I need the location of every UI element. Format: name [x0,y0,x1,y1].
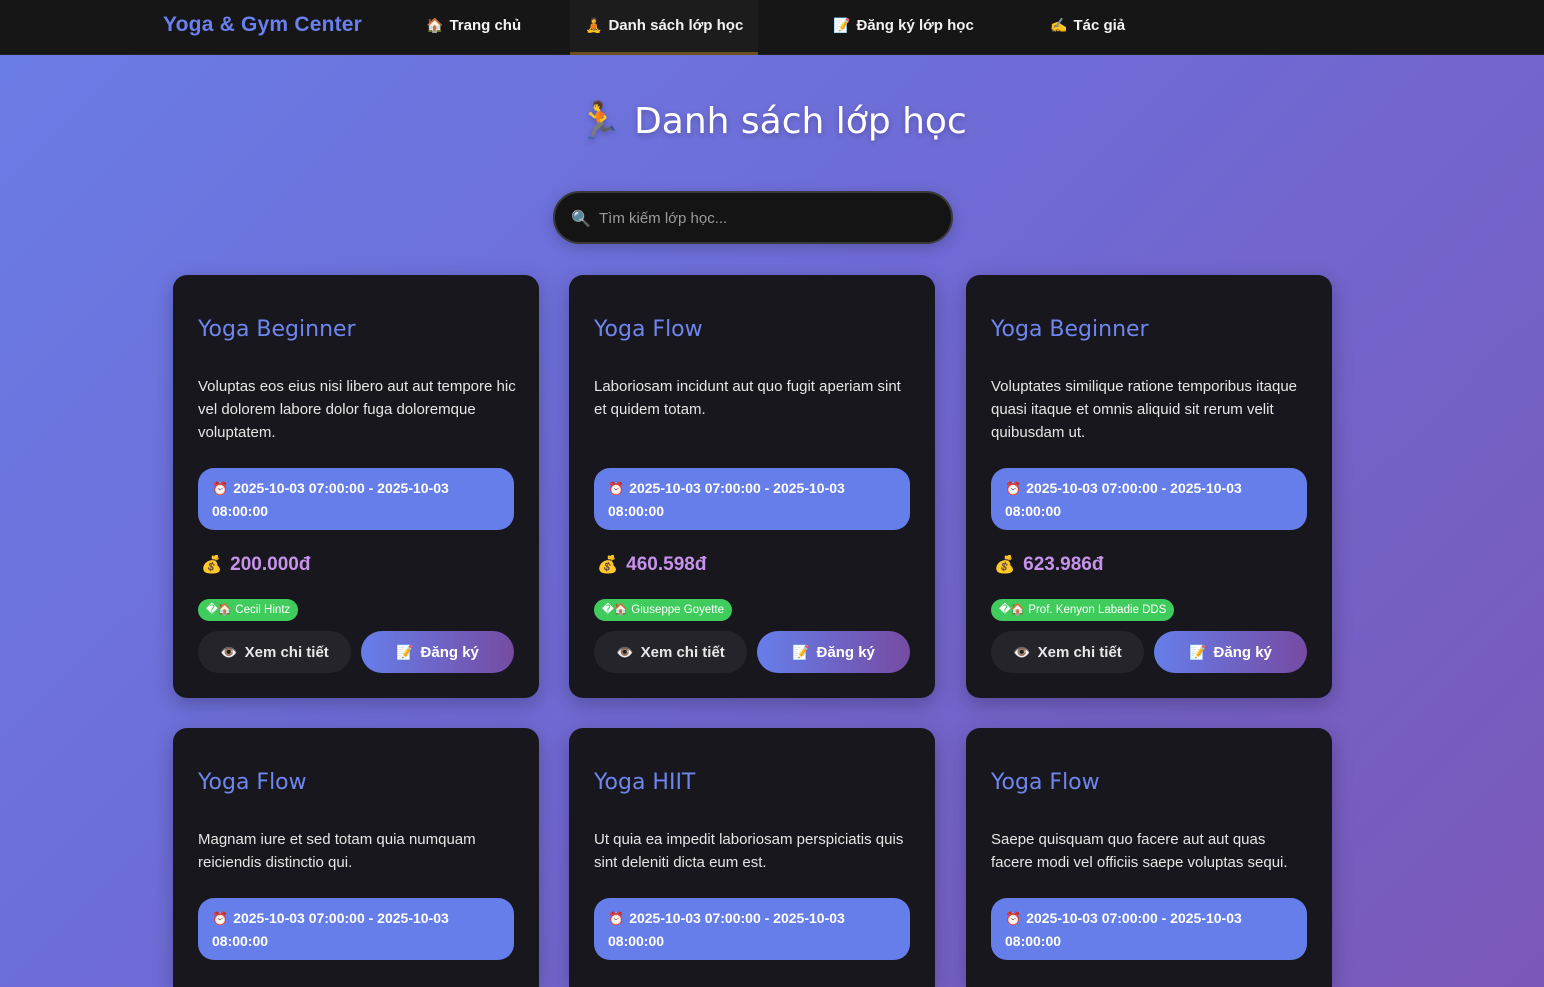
class-card: Yoga Flow Magnam iure et sed totam quia … [173,728,539,987]
class-time-text: 2025-10-03 07:00:00 - 2025-10-03 08:00:0… [212,910,449,949]
writing-hand-icon: ✍️ [1050,17,1068,33]
class-title[interactable]: Yoga Flow [594,317,703,342]
search-input[interactable] [599,205,929,231]
class-title[interactable]: Yoga Flow [198,770,307,795]
class-time: ⏰ 2025-10-03 07:00:00 - 2025-10-03 08:00:… [594,898,910,960]
alarm-clock-icon: ⏰ [1005,911,1022,926]
class-time: ⏰ 2025-10-03 07:00:00 - 2025-10-03 08:00:… [198,468,514,530]
nav-link-label: Trang chủ [449,17,522,34]
button-label: Đăng ký [1213,644,1272,661]
nav-link-class-list[interactable]: 🧘 Danh sách lớp học [570,0,759,55]
nav-link-label: Danh sách lớp học [608,17,744,34]
alarm-clock-icon: ⏰ [212,911,229,926]
alarm-clock-icon: ⏰ [1005,481,1022,496]
class-description: Saepe quisquam quo facere aut aut quas f… [991,831,1288,871]
trainer-badge: �🏠 Prof. Kenyon Labadie DDS [991,599,1175,621]
search-icon: 🔍 [571,211,591,228]
money-bag-icon: 💰 [994,555,1016,574]
money-bag-icon: 💰 [201,555,223,574]
money-bag-icon: 💰 [597,555,619,574]
memo-icon: 📝 [1189,644,1207,660]
class-price: 💰 623.986đ [994,554,1103,576]
alarm-clock-icon: ⏰ [212,481,229,496]
page-title: 🏃 Danh sách lớp học [0,100,1544,142]
class-title[interactable]: Yoga Beginner [991,317,1149,342]
register-button[interactable]: 📝 Đăng ký [361,631,514,673]
alarm-clock-icon: ⏰ [608,481,625,496]
class-time-text: 2025-10-03 07:00:00 - 2025-10-03 08:00:0… [608,480,845,519]
class-title[interactable]: Yoga Beginner [198,317,356,342]
house-icon: 🏠 [426,17,444,33]
trainer-badge: �🏠 Giuseppe Goyette [594,599,733,621]
view-details-button[interactable]: 👁️ Xem chi tiết [991,631,1144,673]
running-person-icon: 🏃 [577,101,623,142]
nav-link-label: Đăng ký lớp học [856,17,974,34]
class-card: Yoga Flow Saepe quisquam quo facere aut … [966,728,1332,987]
eye-icon: 👁️ [1013,644,1031,660]
brand-logo[interactable]: Yoga & Gym Center [163,13,362,37]
class-time: ⏰ 2025-10-03 07:00:00 - 2025-10-03 08:00:… [991,898,1307,960]
nav-link-label: Tác giả [1073,17,1126,34]
class-price: 💰 200.000đ [201,554,310,576]
button-label: Đăng ký [816,644,875,661]
class-card: Yoga Flow Laboriosam incidunt aut quo fu… [569,275,935,698]
class-description: Laboriosam incidunt aut quo fugit aperia… [594,378,901,418]
class-time-text: 2025-10-03 07:00:00 - 2025-10-03 08:00:0… [1005,480,1242,519]
class-description: Magnam iure et sed totam quia numquam re… [198,831,476,871]
class-title[interactable]: Yoga HIIT [594,770,695,795]
class-title[interactable]: Yoga Flow [991,770,1100,795]
class-price: 💰 460.598đ [597,554,706,576]
class-description: Voluptas eos eius nisi libero aut aut te… [198,378,516,441]
class-description: Ut quia ea impedit laboriosam perspiciat… [594,831,904,871]
class-card: Yoga Beginner Voluptas eos eius nisi lib… [173,275,539,698]
trainer-badge: �🏠 Cecil Hintz [198,599,299,621]
class-price-value: 200.000đ [230,554,311,575]
button-label: Xem chi tiết [244,644,329,661]
memo-icon: 📝 [833,17,851,33]
alarm-clock-icon: ⏰ [608,911,625,926]
meditation-icon: 🧘 [585,17,603,33]
nav-link-home[interactable]: 🏠 Trang chủ [426,0,521,55]
page-title-text: Danh sách lớp học [634,101,967,142]
search-box: 🔍 [553,191,953,244]
eye-icon: 👁️ [616,644,634,660]
register-button[interactable]: 📝 Đăng ký [757,631,910,673]
nav-link-register[interactable]: 📝 Đăng ký lớp học [833,0,974,55]
class-card: Yoga HIIT Ut quia ea impedit laboriosam … [569,728,935,987]
button-label: Xem chi tiết [640,644,725,661]
class-price-value: 460.598đ [626,554,707,575]
class-time: ⏰ 2025-10-03 07:00:00 - 2025-10-03 08:00:… [198,898,514,960]
class-time: ⏰ 2025-10-03 07:00:00 - 2025-10-03 08:00:… [991,468,1307,530]
class-time-text: 2025-10-03 07:00:00 - 2025-10-03 08:00:0… [608,910,845,949]
navbar: Yoga & Gym Center 🏠 Trang chủ 🧘 Danh sách … [0,0,1544,55]
class-card: Yoga Beginner Voluptates similique ratio… [966,275,1332,698]
class-description: Voluptates similique ratione temporibus … [991,378,1298,441]
view-details-button[interactable]: 👁️ Xem chi tiết [594,631,747,673]
memo-icon: 📝 [396,644,414,660]
button-label: Xem chi tiết [1037,644,1122,661]
class-time: ⏰ 2025-10-03 07:00:00 - 2025-10-03 08:00:… [594,468,910,530]
nav-link-author[interactable]: ✍️ Tác giả [1050,0,1125,55]
memo-icon: 📝 [792,644,810,660]
class-time-text: 2025-10-03 07:00:00 - 2025-10-03 08:00:0… [1005,910,1242,949]
button-label: Đăng ký [420,644,479,661]
class-time-text: 2025-10-03 07:00:00 - 2025-10-03 08:00:0… [212,480,449,519]
class-price-value: 623.986đ [1023,554,1104,575]
view-details-button[interactable]: 👁️ Xem chi tiết [198,631,351,673]
register-button[interactable]: 📝 Đăng ký [1154,631,1307,673]
eye-icon: 👁️ [220,644,238,660]
